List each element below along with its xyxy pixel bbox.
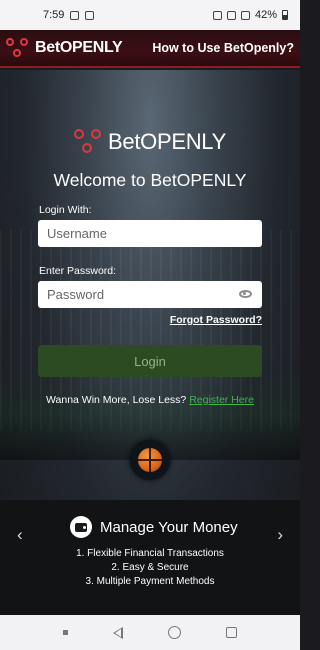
recents-icon[interactable] bbox=[62, 630, 68, 635]
logo-text: BetOPENLY bbox=[35, 39, 123, 57]
username-field[interactable] bbox=[38, 220, 262, 247]
password-field[interactable] bbox=[38, 281, 262, 308]
back-icon[interactable] bbox=[112, 626, 123, 639]
home-icon[interactable] bbox=[168, 626, 182, 639]
wifi-icon bbox=[226, 10, 236, 20]
system-nav-bar bbox=[0, 615, 300, 650]
slide-header: Manage Your Money bbox=[70, 516, 238, 538]
logo-suffix: OPENLY bbox=[59, 39, 123, 56]
password-label: Enter Password: bbox=[39, 265, 117, 277]
feature-carousel: ‹ › Manage Your Money 1. Flexible Financ… bbox=[0, 500, 300, 615]
logo-prefix: Bet bbox=[35, 39, 60, 56]
status-bar: 7:59 42% bbox=[0, 0, 300, 30]
register-prompt-text: Wanna Win More, Lose Less? bbox=[46, 394, 187, 406]
app-header: BetOPENLY How to Use BetOpenly? bbox=[0, 30, 300, 68]
mute-icon bbox=[212, 10, 222, 20]
password-input[interactable] bbox=[47, 287, 227, 302]
slide-title: Manage Your Money bbox=[100, 518, 238, 536]
logo-icon bbox=[6, 37, 32, 59]
header-logo[interactable]: BetOPENLY bbox=[6, 37, 123, 59]
how-to-use-link[interactable]: How to Use BetOpenly? bbox=[152, 41, 294, 55]
chevron-left-icon[interactable]: ‹ bbox=[17, 525, 23, 545]
logo-prefix: Bet bbox=[108, 129, 141, 154]
login-button[interactable]: Login bbox=[38, 345, 262, 377]
wallet-icon bbox=[70, 516, 92, 538]
username-input[interactable] bbox=[47, 226, 227, 241]
welcome-title: Welcome to BetOPENLY bbox=[53, 170, 247, 190]
battery-percentage: 42% bbox=[254, 9, 277, 21]
battery-icon bbox=[282, 10, 288, 20]
status-time: 7:59 bbox=[43, 9, 65, 21]
register-link[interactable]: Register Here bbox=[189, 394, 254, 406]
login-with-label: Login With: bbox=[39, 204, 92, 216]
eye-icon[interactable] bbox=[239, 290, 252, 298]
list-item: 1. Flexible Financial Transactions bbox=[76, 548, 224, 559]
signal-icon bbox=[240, 10, 250, 20]
overview-icon[interactable] bbox=[226, 627, 238, 638]
login-hero: BetOPENLY Welcome to BetOPENLY Login Wit… bbox=[0, 70, 300, 615]
list-item: 3. Multiple Payment Methods bbox=[85, 576, 215, 587]
main-logo: BetOPENLY bbox=[0, 128, 300, 156]
feature-list: 1. Flexible Financial Transactions 2. Ea… bbox=[0, 547, 300, 589]
notification-icon bbox=[70, 10, 80, 20]
basketball-icon[interactable] bbox=[130, 440, 170, 480]
forgot-password-link[interactable]: Forgot Password? bbox=[170, 314, 262, 326]
notification-icon-2 bbox=[85, 10, 95, 20]
list-item: 2. Easy & Secure bbox=[111, 562, 189, 573]
logo-suffix: OPENLY bbox=[140, 129, 226, 154]
main-logo-text: BetOPENLY bbox=[108, 129, 226, 155]
chevron-right-icon[interactable]: › bbox=[277, 525, 283, 545]
logo-icon bbox=[74, 128, 104, 156]
register-prompt: Wanna Win More, Lose Less? Register Here bbox=[0, 394, 300, 406]
